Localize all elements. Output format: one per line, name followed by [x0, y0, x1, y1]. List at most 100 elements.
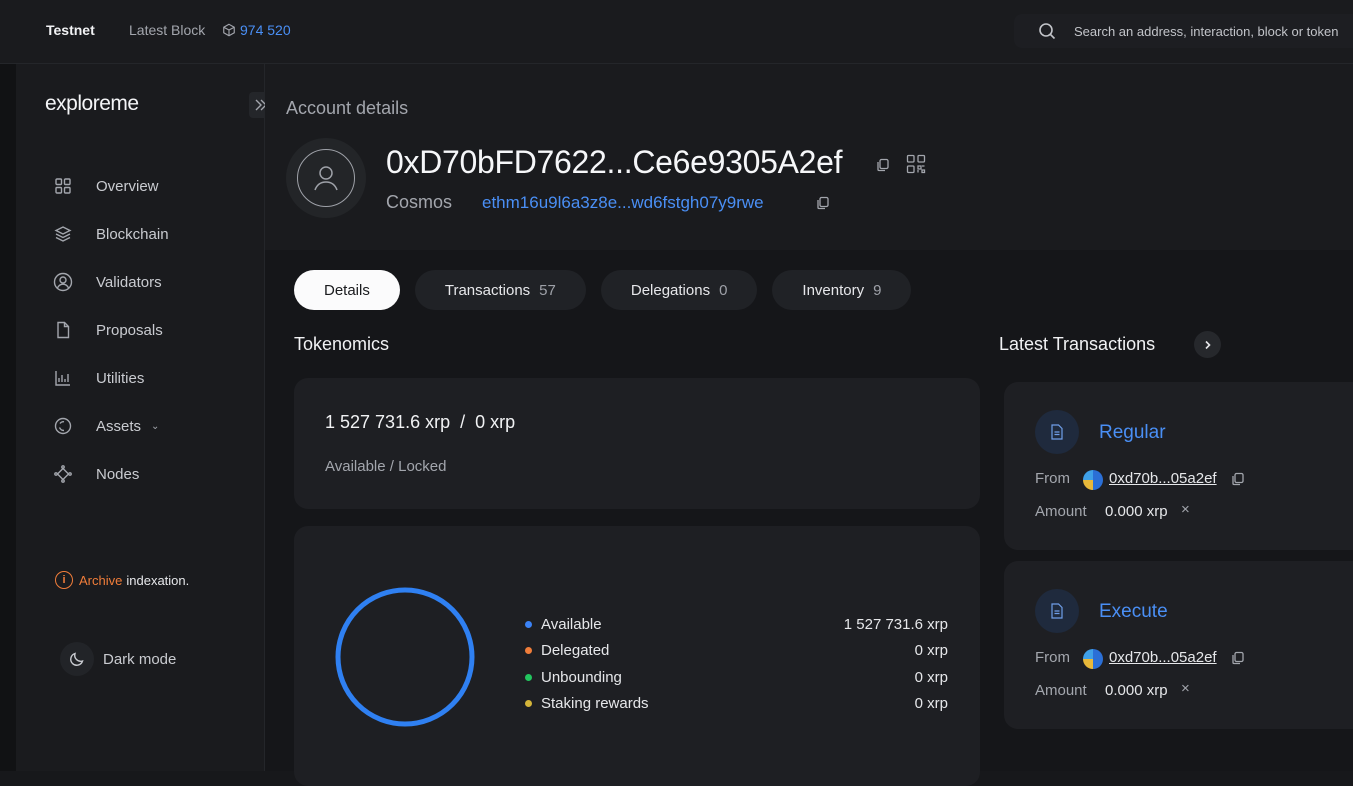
legend-label: Unbounding: [541, 668, 622, 686]
balance-caption: Available / Locked: [325, 458, 447, 475]
distribution-ring-chart: [335, 587, 475, 727]
archive-word: Archive: [79, 572, 123, 588]
sidebar-item-overview[interactable]: Overview: [53, 162, 253, 210]
sidebar-item-validators[interactable]: Validators: [53, 258, 253, 306]
sidebar-item-label: Proposals: [96, 321, 163, 339]
avatar: [286, 138, 366, 218]
network-label[interactable]: Testnet: [46, 22, 95, 38]
document-icon: [53, 320, 73, 340]
top-bar: Testnet Latest Block 974 520: [0, 0, 1353, 64]
user-icon: [297, 149, 355, 207]
nodes-icon: [53, 464, 73, 484]
page-title: Account details: [286, 98, 409, 118]
copy-icon[interactable]: [1231, 651, 1245, 665]
latest-transactions-more-button[interactable]: [1194, 331, 1221, 358]
sidebar-item-label: Blockchain: [96, 225, 169, 243]
dark-mode-toggle[interactable]: Dark mode: [60, 642, 176, 676]
legend-dot: [525, 647, 532, 655]
transaction-type-link[interactable]: Regular: [1099, 422, 1166, 444]
logo[interactable]: exploreme: [45, 92, 139, 116]
legend-row-unbounding: Unbounding 0 xrp: [525, 664, 948, 691]
from-label: From: [1035, 470, 1070, 487]
cosmos-label: Cosmos: [386, 192, 453, 212]
legend-label: Staking rewards: [541, 695, 649, 713]
account-header: Account details 0xD70bFD7622...Ce6e9305A…: [265, 64, 1353, 250]
copy-icon[interactable]: [816, 196, 830, 210]
tab-label: Delegations: [630, 281, 711, 299]
chevron-right-icon: [1204, 340, 1211, 349]
coin-icon: [53, 416, 73, 436]
sidebar: exploreme Overview Blockchain Validators…: [16, 64, 265, 771]
sidebar-nav: Overview Blockchain Validators Proposals…: [53, 162, 253, 498]
legend-dot: [525, 620, 532, 628]
tab-label: Details: [324, 281, 370, 299]
tab-delegations[interactable]: Delegations 0: [600, 270, 758, 310]
sidebar-item-label: Utilities: [96, 369, 145, 387]
window-edge: [0, 0, 16, 771]
latest-block-label: Latest Block: [129, 22, 206, 38]
sidebar-item-assets[interactable]: Assets ⌄: [53, 402, 253, 450]
copy-icon[interactable]: [1231, 472, 1245, 486]
account-address: 0xD70bFD7622...Ce6e9305A2ef: [386, 144, 843, 180]
sidebar-item-nodes[interactable]: Nodes: [53, 450, 253, 498]
qr-code-icon[interactable]: [906, 154, 926, 174]
chevron-down-icon[interactable]: ⌄: [151, 421, 159, 432]
tab-details[interactable]: Details: [294, 270, 400, 310]
tab-transactions[interactable]: Transactions 57: [414, 270, 586, 310]
main-content: Details Transactions 57 Delegations 0 Inve…: [265, 250, 1353, 786]
from-address-link[interactable]: 0xd70b...05a2ef: [1109, 470, 1217, 487]
legend-amount: 0 xrp: [914, 668, 948, 686]
legend-row-staking-rewards: Staking rewards 0 xrp: [525, 691, 948, 718]
tab-count: 0: [719, 281, 728, 299]
legend-row-delegated: Delegated 0 xrp: [525, 638, 948, 665]
search-input[interactable]: [1074, 14, 1353, 48]
info-icon: i: [55, 571, 73, 589]
sidebar-item-label: Assets: [96, 417, 142, 435]
latest-transactions-title: Latest Transactions: [999, 334, 1156, 354]
ring-available-segment: [335, 587, 475, 727]
document-icon: [1035, 410, 1079, 454]
tab-inventory[interactable]: Inventory 9: [772, 270, 912, 310]
tab-label: Transactions: [444, 281, 531, 299]
amount-value: 0.000 xrp: [1105, 682, 1168, 699]
sidebar-item-label: Nodes: [96, 465, 140, 483]
user-circle-icon: [53, 272, 73, 292]
legend-row-available: Available 1 527 731.6 xrp: [525, 611, 948, 638]
legend-label: Delegated: [541, 642, 610, 660]
legend-amount: 0 xrp: [914, 695, 948, 713]
balance-separator: /: [460, 412, 466, 432]
transaction-card[interactable]: Regular From 0xd70b...05a2ef Amount 0.00…: [1004, 382, 1353, 550]
sidebar-item-utilities[interactable]: Utilities: [53, 354, 253, 402]
amount-label: Amount: [1035, 682, 1087, 699]
amount-label: Amount: [1035, 503, 1087, 520]
dark-mode-label: Dark mode: [103, 650, 177, 668]
tab-count: 9: [873, 281, 882, 299]
layers-icon: [53, 224, 73, 244]
address-avatar: [1083, 649, 1103, 669]
tab-count: 57: [539, 281, 556, 299]
from-address-link[interactable]: 0xd70b...05a2ef: [1109, 649, 1217, 666]
balance-card: 1 527 731.6 xrp / 0 xrp Available / Lock…: [294, 378, 980, 509]
transaction-card[interactable]: Execute From 0xd70b...05a2ef Amount 0.00…: [1004, 561, 1353, 729]
sidebar-item-blockchain[interactable]: Blockchain: [53, 210, 253, 258]
archive-indexation-notice: i Archive indexation.: [55, 571, 189, 589]
legend-label: Available: [541, 615, 602, 633]
grid-icon: [53, 176, 73, 196]
tokenomics-title: Tokenomics: [294, 334, 390, 354]
sidebar-item-proposals[interactable]: Proposals: [53, 306, 253, 354]
copy-icon[interactable]: [876, 158, 890, 172]
chart-icon: [53, 368, 73, 388]
legend-amount: 1 527 731.6 xrp: [843, 615, 948, 633]
account-tabs: Details Transactions 57 Delegations 0 Inve…: [294, 270, 926, 310]
cosmos-address-link[interactable]: ethm16u9l6a3z8e...wd6fstgh07y9rwe: [482, 193, 764, 213]
available-balance: 1 527 731.6 xrp: [325, 412, 451, 432]
legend-amount: 0 xrp: [914, 642, 948, 660]
search-icon: [1039, 23, 1056, 40]
distribution-legend: Available 1 527 731.6 xrp Delegated 0 xr…: [525, 611, 948, 717]
tab-label: Inventory: [802, 281, 865, 299]
close-icon: ×: [1181, 680, 1190, 697]
legend-dot: [525, 673, 532, 681]
from-label: From: [1035, 649, 1070, 666]
latest-block-number[interactable]: 974 520: [240, 22, 291, 38]
transaction-type-link[interactable]: Execute: [1099, 601, 1168, 623]
